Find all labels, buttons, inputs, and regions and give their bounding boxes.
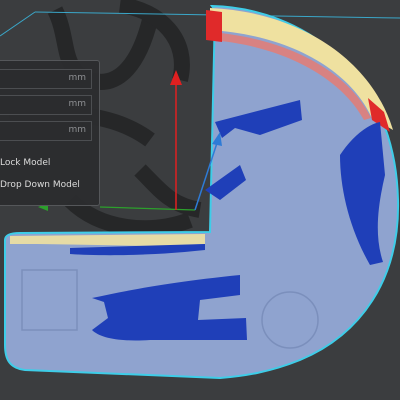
height-field[interactable]: mm [0, 121, 92, 141]
width-field[interactable]: mm [0, 69, 92, 89]
unit-label: mm [68, 125, 86, 135]
drop-down-model-label: Drop Down Model [0, 180, 80, 190]
scale-panel: mm mm mm Lock Model Drop Down Model [0, 60, 100, 206]
lock-model-checkbox[interactable]: Lock Model [0, 155, 50, 171]
drop-down-model-checkbox[interactable]: Drop Down Model [0, 177, 80, 193]
depth-field[interactable]: mm [0, 95, 92, 115]
unit-label: mm [68, 99, 86, 109]
model-red-tip [206, 10, 222, 42]
unit-label: mm [68, 73, 86, 83]
lock-model-label: Lock Model [0, 158, 51, 168]
